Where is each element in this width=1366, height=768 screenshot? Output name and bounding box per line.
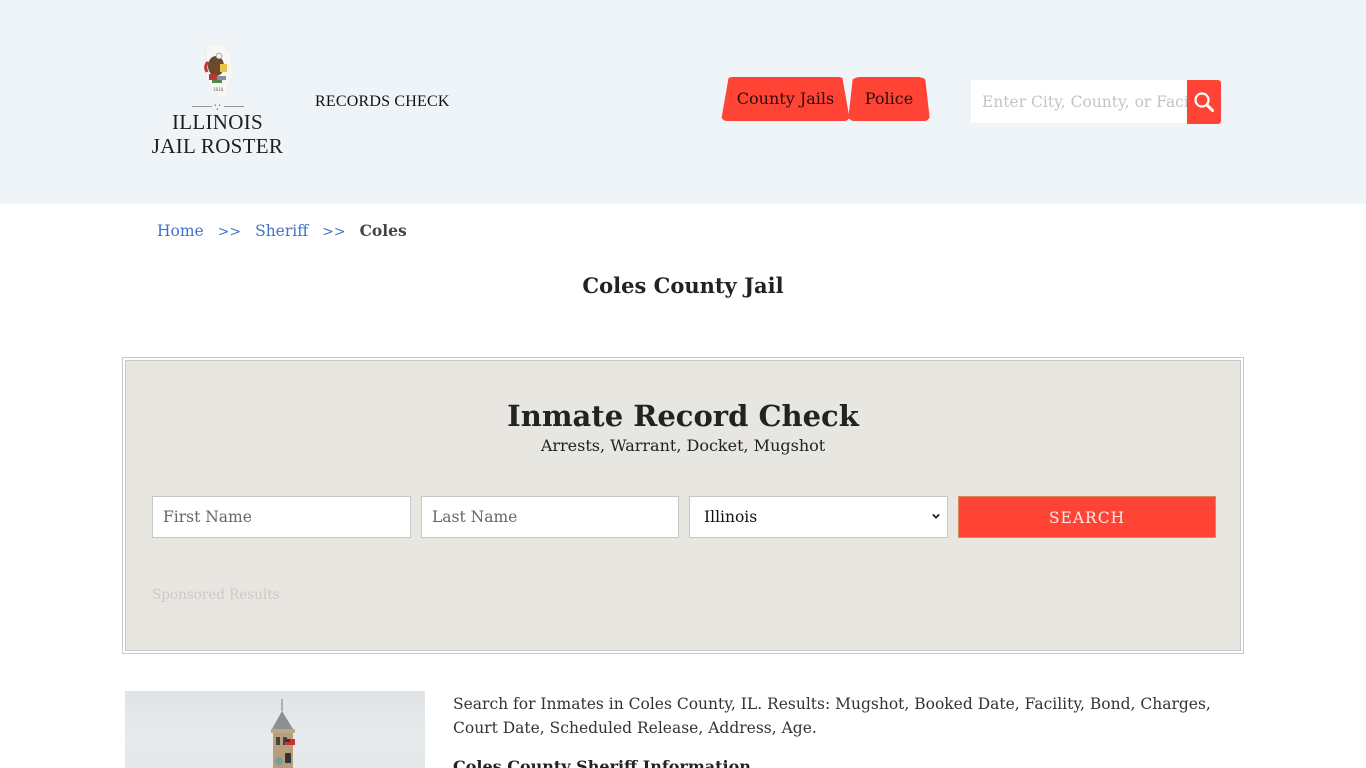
logo-line-2: JAIL ROSTER [151,134,284,158]
sheriff-info-heading: Coles County Sheriff Information [453,757,751,768]
breadcrumb-separator: >> [217,224,242,240]
record-check-title: Inmate Record Check [507,399,859,433]
sponsored-results-label: Sponsored Results [152,587,280,603]
clock-tower-image [271,699,295,768]
site-search-input[interactable] [971,80,1188,123]
site-search-button[interactable] [1187,80,1221,124]
nav-tab-county-jails[interactable]: County Jails [721,77,850,121]
records-check-link[interactable]: RECORDS CHECK [315,93,450,111]
breadcrumb-separator: >> [322,224,346,240]
site-header: 1818 • • • ILLINOIS JAIL ROSTER RECORDS … [0,0,1366,204]
breadcrumb-sheriff[interactable]: Sheriff [255,222,308,240]
nav-tab-police[interactable]: Police [848,77,930,121]
breadcrumb-current: Coles [359,221,407,240]
site-logo[interactable]: 1818 • • • ILLINOIS JAIL ROSTER [150,42,285,162]
logo-divider: • • • [191,103,244,113]
last-name-input[interactable] [421,496,679,538]
breadcrumb: Home >> Sheriff >> Coles [157,221,407,240]
illinois-seal-icon: 1818 [198,42,238,100]
inmate-record-check-panel: Inmate Record Check Arrests, Warrant, Do… [122,357,1244,654]
svg-text:1818: 1818 [213,87,224,92]
courthouse-photo [125,691,425,768]
logo-line-1: ILLINOIS [171,110,264,134]
page-title: Coles County Jail [582,273,784,298]
breadcrumb-home[interactable]: Home [157,222,204,240]
record-search-button[interactable]: SEARCH [958,496,1216,538]
first-name-input[interactable] [152,496,411,538]
county-description: Search for Inmates in Coles County, IL. … [453,695,1211,737]
search-icon [1194,92,1214,112]
state-select[interactable]: Illinois [689,496,948,538]
record-check-inner: Inmate Record Check Arrests, Warrant, Do… [125,360,1241,651]
record-check-subtitle: Arrests, Warrant, Docket, Mugshot [540,436,826,455]
chevron-down-icon [932,513,940,519]
